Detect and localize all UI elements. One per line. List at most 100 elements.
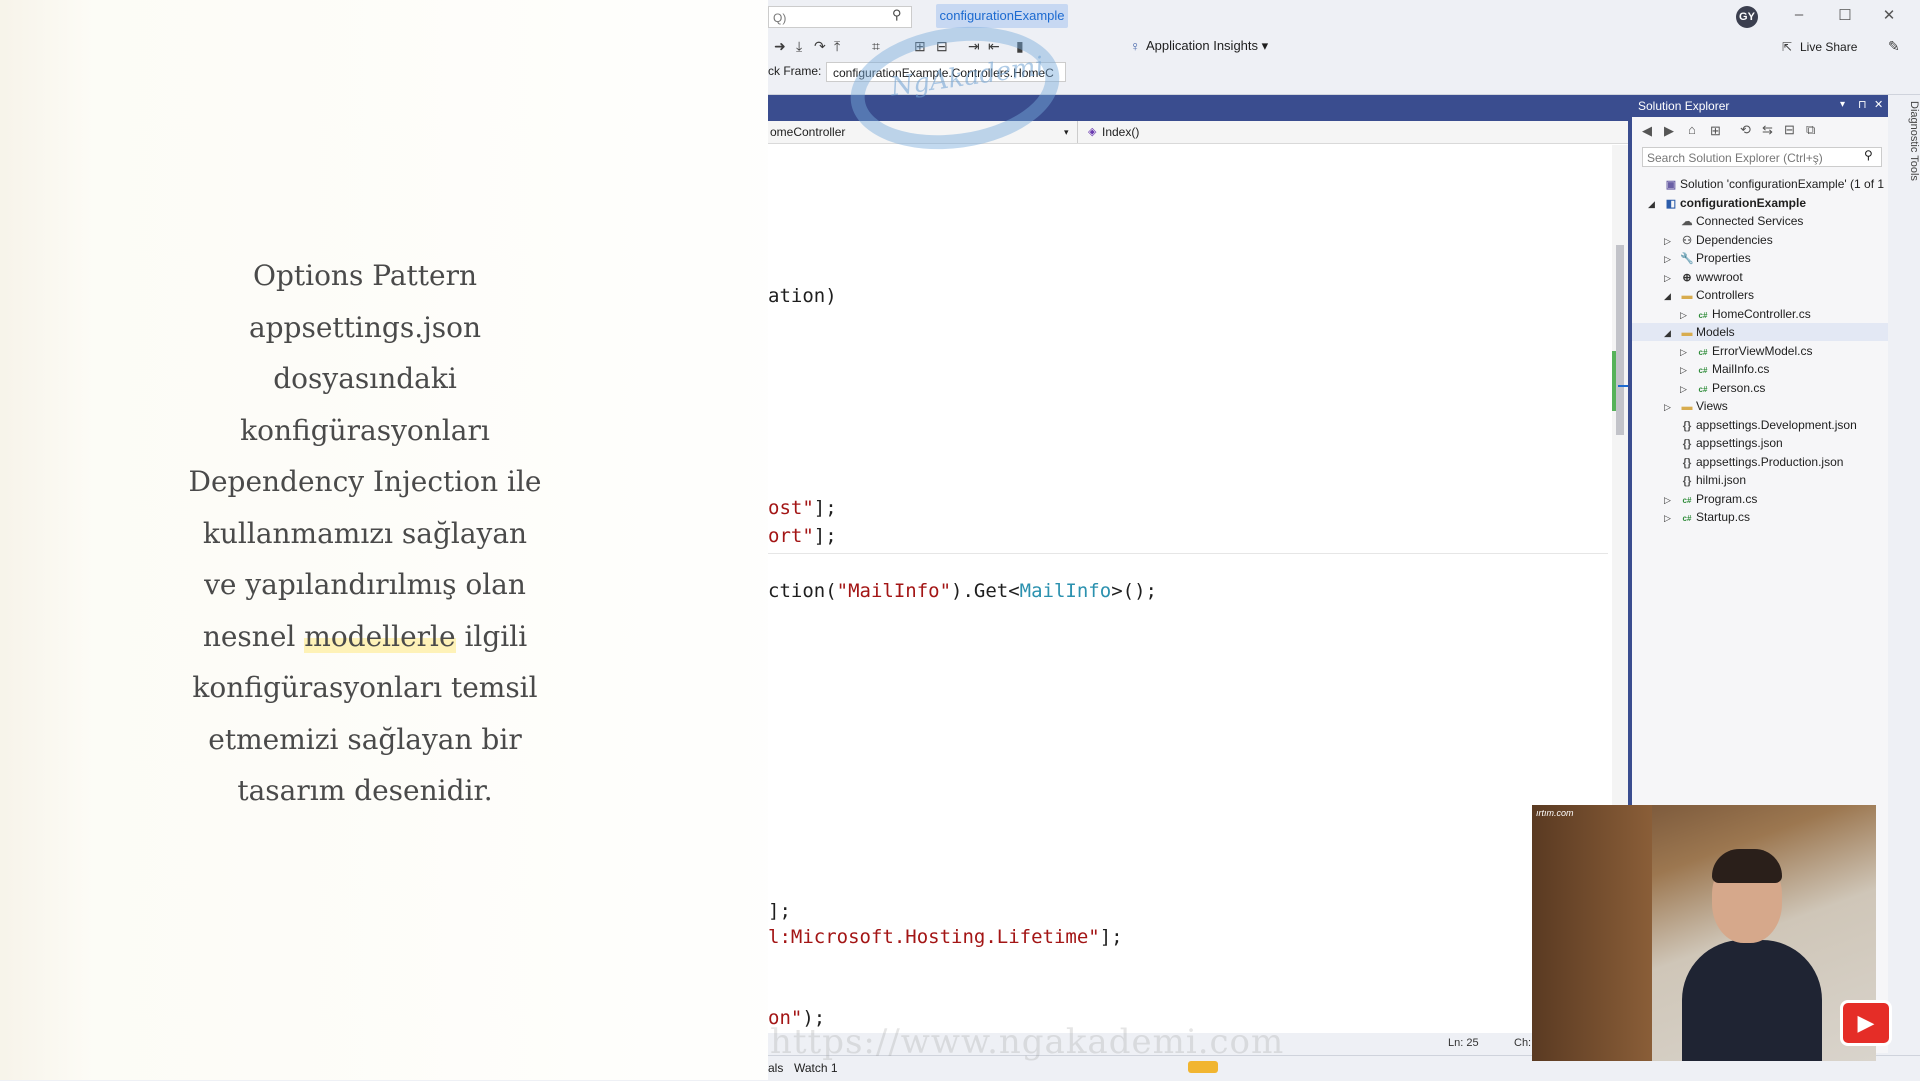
scrollbar-thumb[interactable] <box>1616 245 1624 435</box>
code-line: ction("MailInfo").Get<MailInfo>(); <box>768 580 1157 602</box>
tree-item[interactable]: ▣ Solution 'configurationExample' (1 of 1… <box>1632 175 1894 193</box>
code-line: ost"]; <box>768 497 837 519</box>
diagnostic-tools-tab[interactable]: Diagnostic Tools <box>1888 95 1920 295</box>
collapsed-icon[interactable]: ▷ <box>1664 509 1678 527</box>
step-over-icon[interactable]: ➜ <box>774 38 786 55</box>
tree-item[interactable]: {} appsettings.json <box>1632 434 1888 452</box>
tree-item[interactable]: ☁ Connected Services <box>1632 212 1888 230</box>
solution-tree: ▣ Solution 'configurationExample' (1 of 1… <box>1632 175 1894 575</box>
tree-item[interactable]: {} appsettings.Production.json <box>1632 453 1888 471</box>
minimize-icon[interactable]: – <box>1784 6 1814 23</box>
feedback-icon[interactable]: ✎ <box>1888 38 1900 55</box>
collapsed-icon[interactable]: ▷ <box>1680 380 1694 398</box>
webcam-video: ırtım.com <box>1532 805 1876 1061</box>
tab-watch[interactable]: Watch 1 <box>794 1061 838 1075</box>
tree-item-label: Solution 'configurationExample' (1 of 1 … <box>1680 177 1895 191</box>
tree-item[interactable]: ▷ ⊕ wwwroot <box>1632 268 1888 286</box>
explanation-line: nesnel modellerle ilgili <box>202 619 528 653</box>
expanded-icon[interactable]: ◢ <box>1664 287 1678 305</box>
tree-item[interactable]: ▷ c# Person.cs <box>1632 379 1888 397</box>
json-file-icon: {} <box>1682 475 1692 487</box>
application-insights-icon[interactable]: ♀ <box>1130 38 1141 54</box>
code-line: ation) <box>768 285 837 307</box>
tree-item[interactable]: {} hilmi.json <box>1632 471 1888 489</box>
explanation-overlay: Options Pattern appsettings.json dosyası… <box>0 0 768 1080</box>
step-back-icon[interactable]: ↷ <box>814 38 826 55</box>
close-icon[interactable]: ✕ <box>1874 98 1883 111</box>
tree-item-label: HomeController.cs <box>1712 306 1811 321</box>
tree-item[interactable]: ▷ c# ErrorViewModel.cs <box>1632 342 1888 360</box>
live-share-button[interactable]: Live Share <box>1800 40 1857 54</box>
tree-item-label: Dependencies <box>1696 232 1773 247</box>
explanation-line: tasarım desenidir. <box>237 774 493 807</box>
tree-item-label: MailInfo.cs <box>1712 362 1770 376</box>
live-share-icon[interactable]: ⇱ <box>1782 40 1792 54</box>
code-editor[interactable]: omeController ▾ ◈ Index() ation) ost"]; … <box>768 95 1628 1053</box>
tree-item[interactable]: ◢ ▬ Controllers <box>1632 286 1888 304</box>
quick-launch-search[interactable]: Q) <box>768 6 912 28</box>
expanded-icon[interactable]: ◢ <box>1648 195 1662 213</box>
collapsed-icon[interactable]: ▷ <box>1664 232 1678 250</box>
explanation-line: kullanmamızı sağlayan <box>202 516 528 550</box>
change-marker <box>1612 351 1616 411</box>
tree-item-label: Controllers <box>1696 288 1755 302</box>
pin-icon[interactable]: ⊓ <box>1858 98 1867 111</box>
highlighted-word: modellerle <box>304 619 456 653</box>
tree-item-label: Views <box>1696 399 1728 413</box>
explanation-line: Dependency Injection ile <box>188 465 542 498</box>
tab-locals[interactable]: als <box>768 1061 783 1075</box>
sync-icon[interactable]: ⇆ <box>1762 122 1773 138</box>
json-file-icon: {} <box>1682 438 1692 450</box>
tree-item[interactable]: ◢ ▬ Models <box>1632 323 1888 341</box>
tree-item[interactable]: ▷ c# MailInfo.cs <box>1632 360 1888 378</box>
tree-item[interactable]: ▷ 🔧 Properties <box>1632 249 1888 267</box>
csharp-file-icon: c# <box>1698 347 1708 357</box>
webcam-brand: ırtım.com <box>1536 808 1574 818</box>
collapsed-icon[interactable]: ▷ <box>1664 250 1678 268</box>
youtube-play-icon[interactable]: ▶ <box>1840 1000 1892 1046</box>
collapsed-icon[interactable]: ▷ <box>1664 398 1678 416</box>
close-icon[interactable]: ✕ <box>1874 6 1904 24</box>
tree-item[interactable]: ▷ c# Startup.cs <box>1632 508 1888 526</box>
history-icon[interactable]: ⟲ <box>1740 122 1751 138</box>
show-all-files-icon[interactable]: ⧉ <box>1806 122 1815 138</box>
forward-icon[interactable]: ▶ <box>1664 123 1674 139</box>
tree-item[interactable]: ▷ ▬ Views <box>1632 397 1888 415</box>
expanded-icon[interactable]: ◢ <box>1664 324 1678 342</box>
tree-item[interactable]: ▷ c# HomeController.cs <box>1632 305 1888 323</box>
home-icon[interactable]: ⌂ <box>1688 122 1696 137</box>
tree-item[interactable]: ◢ ◧ configurationExample <box>1632 194 1888 212</box>
collapsed-icon[interactable]: ▷ <box>1680 361 1694 379</box>
collapsed-icon[interactable]: ▷ <box>1664 269 1678 287</box>
step-out-icon[interactable]: ⤒ <box>834 38 840 55</box>
caret-marker <box>1618 385 1628 387</box>
collapsed-icon[interactable]: ▷ <box>1664 491 1678 509</box>
back-icon[interactable]: ◀ <box>1642 123 1652 139</box>
tree-item[interactable]: ▷ ⚇ Dependencies <box>1632 231 1888 249</box>
stack-frame-label: ck Frame: <box>768 64 822 78</box>
solution-search-input[interactable]: Search Solution Explorer (Ctrl+ş) <box>1642 147 1882 167</box>
chevron-down-icon[interactable]: ▾ <box>1840 99 1845 110</box>
solution-name-tab[interactable]: configurationExample <box>936 4 1068 28</box>
step-into-icon[interactable]: ⤓ <box>796 38 802 55</box>
maximize-icon[interactable]: ☐ <box>1830 6 1860 24</box>
avatar[interactable]: GY <box>1736 6 1758 28</box>
search-icon[interactable]: ⚲ <box>892 7 902 23</box>
collapse-all-icon[interactable]: ⊟ <box>1784 122 1795 138</box>
csharp-file-icon: c# <box>1698 384 1708 394</box>
tree-item-label: wwwroot <box>1696 269 1743 284</box>
application-insights-button[interactable]: Application Insights ▾ <box>1146 38 1268 54</box>
collapsed-icon[interactable]: ▷ <box>1680 343 1694 361</box>
project-icon: ◧ <box>1665 197 1677 210</box>
tree-item-label: Connected Services <box>1696 214 1804 228</box>
tree-item[interactable]: ▷ c# Program.cs <box>1632 490 1888 508</box>
dependencies-icon: ⚇ <box>1682 234 1692 247</box>
notification-icon[interactable] <box>1188 1061 1218 1073</box>
collapsed-icon[interactable]: ▷ <box>1680 306 1694 324</box>
switch-views-icon[interactable]: ⊞ <box>1710 123 1721 139</box>
search-icon[interactable]: ⚲ <box>1864 148 1873 162</box>
tree-item-label: appsettings.Development.json <box>1696 417 1857 432</box>
member-dropdown[interactable]: Index() <box>1084 121 1604 143</box>
tree-item[interactable]: {} appsettings.Development.json <box>1632 416 1888 434</box>
chevron-down-icon[interactable]: ▾ <box>1064 121 1069 143</box>
